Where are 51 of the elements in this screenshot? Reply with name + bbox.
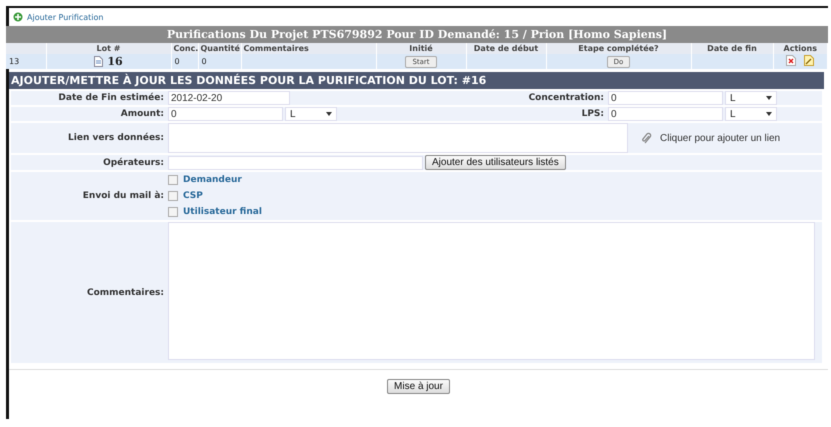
update-button[interactable]: Mise à jour [387,379,450,394]
comments-field[interactable] [168,222,815,360]
lps-field[interactable]: 0 [608,107,723,121]
unit-dropdown[interactable]: L [285,107,337,121]
checkbox-label: CSP [183,191,203,201]
column-header: Date de fin [707,44,757,53]
caret-icon [766,96,772,100]
caret-icon [326,112,332,116]
checkbox[interactable] [168,207,178,217]
column-header: Initié [409,44,433,53]
column-header: Quantité [200,44,240,53]
checkbox-label: Utilisateur final [183,207,262,217]
amount-field[interactable]: 0 [168,107,283,121]
delete-icon[interactable] [786,55,796,66]
column-header: Date de début [474,44,538,53]
lot-number: 16 [107,54,123,68]
checkbox[interactable] [168,175,178,185]
link-field[interactable] [168,123,628,153]
table-cell: 0 [174,57,180,66]
table-cell: 0 [202,57,207,66]
paperclip-icon[interactable] [642,132,652,144]
table-cell: 13 [9,57,20,66]
field-label: LPS: [582,109,604,119]
add-icon [13,12,23,22]
checkbox-label: Demandeur [183,175,242,185]
add-users-button[interactable]: Ajouter des utilisateurs listés [425,155,566,170]
field-label: Opérateurs: [103,158,164,168]
form-title: AJOUTER/METTRE À JOUR LES DONNÉES POUR LA PURIFICATION DU LOT: #16 [9,72,824,89]
operators-field[interactable] [168,156,423,170]
edit-icon[interactable] [804,55,814,66]
add-link-link[interactable]: Cliquer pour ajouter un lien [660,132,780,144]
field-label: Envoi du mail à: [82,191,164,201]
column-header: Lot # [96,44,120,53]
column-header: Conc. [174,44,198,53]
field-label: Commentaires: [86,288,164,298]
caret-icon [766,112,772,116]
add-purification-link[interactable]: Ajouter Purification [27,12,104,22]
field-label: Lien vers données: [68,133,164,143]
field-label: Date de Fin estimée: [58,93,164,103]
concentration-field[interactable]: 0 [608,91,723,105]
column-header: Actions [784,44,817,53]
field-label: Amount: [120,109,164,119]
column-header: Commentaires [244,44,309,53]
table-title: Purifications Du Projet PTS679892 Pour ID Demandé: 15 / Prion [Homo Sapiens] [6,26,828,43]
field-label: Concentration: [528,93,604,103]
end-date-field[interactable]: 2012-02-20 [168,91,290,105]
unit-dropdown[interactable]: L [725,107,777,121]
document-icon[interactable] [94,56,104,66]
unit-dropdown[interactable]: L [725,91,777,105]
column-header: Etape complétée? [578,44,659,53]
checkbox[interactable] [168,191,178,201]
